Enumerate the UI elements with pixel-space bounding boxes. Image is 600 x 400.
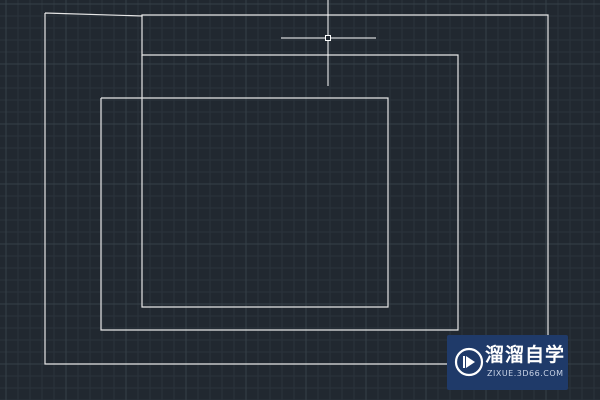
watermark-badge: 溜溜自学 ZIXUE.3D66.COM: [447, 335, 568, 390]
crosshair-cursor-icon: [281, 0, 376, 86]
watermark-url: ZIXUE.3D66.COM: [487, 369, 564, 378]
play-logo-icon: [454, 347, 484, 377]
watermark-title: 溜溜自学: [485, 344, 566, 366]
outer-frame[interactable]: [44, 12, 549, 365]
drawing-canvas[interactable]: 溜溜自学 ZIXUE.3D66.COM: [0, 0, 600, 400]
inner-rectangle[interactable]: [101, 55, 389, 308]
